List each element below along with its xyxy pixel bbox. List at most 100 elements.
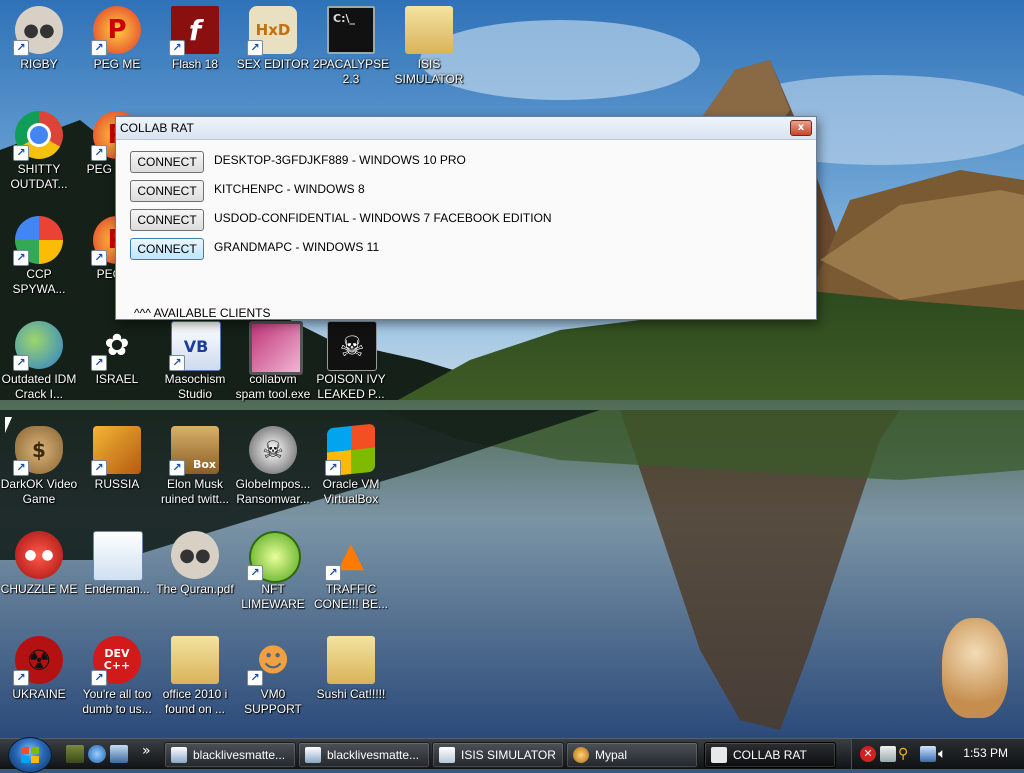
desktop-icon-2pacalypse[interactable]: C:\_ 2PACALYPSE 2.3 [312, 2, 390, 102]
client-name: USDOD-CONFIDENTIAL - WINDOWS 7 FACEBOOK … [214, 211, 552, 225]
shortcut-arrow-icon: ↗ [325, 565, 341, 581]
desktop-icon-enderman[interactable]: Enderman... [78, 527, 156, 627]
mouse-cursor-icon [5, 417, 12, 433]
desktop-icon-label: SEX EDITOR [236, 57, 310, 71]
window-titlebar[interactable]: COLLAB RAT x [116, 117, 816, 140]
shortcut-arrow-icon: ↗ [325, 460, 341, 476]
desktop-icon-virtualbox[interactable]: ↗ Oracle VM VirtualBox [312, 422, 390, 522]
desktop-icon-label: ISIS SIMULATOR [394, 57, 464, 86]
globe-skull-icon: ☠ [249, 426, 297, 474]
desktop-icon-label: TRAFFIC CONE!!! BE... [313, 582, 388, 611]
terminal-icon: C:\_ [327, 6, 375, 54]
connect-button[interactable]: CONNECT [130, 180, 204, 202]
desktop-icon-traffic-cone[interactable]: ▲ ↗ TRAFFIC CONE!!! BE... [312, 527, 390, 627]
desktop-icon-ccp-spyware[interactable]: ↗ CCP SPYWA... [0, 212, 78, 312]
desktop-icon-label: You're all too dumb to us... [82, 687, 152, 716]
window-title: COLLAB RAT [120, 121, 194, 135]
chuzzle-icon: ● ● [15, 531, 63, 579]
available-clients-label: ^^^ AVAILABLE CLIENTS [134, 306, 271, 320]
clock[interactable]: 1:53 PM [963, 746, 1008, 760]
folder-icon [405, 6, 453, 54]
desktop-icon-label: RUSSIA [94, 477, 140, 491]
connect-button[interactable]: CONNECT [130, 238, 204, 260]
browser-window-icon [305, 747, 321, 763]
desktop-icon-label: Elon Musk ruined twitt... [160, 477, 230, 506]
desktop-icon-israel[interactable]: ✿ ↗ ISRAEL [78, 317, 156, 417]
desktop-icon-label: SHITTY OUTDAT... [10, 162, 68, 191]
desktop-icon-collabvm-spam-tool[interactable]: collabvm spam tool.exe [234, 317, 312, 417]
desktop-icon-label: VM0 SUPPORT [244, 687, 302, 716]
search-icon[interactable]: ⚲ [898, 746, 914, 762]
taskbar-item-active[interactable]: COLLAB RAT [704, 742, 836, 768]
desktop-icon-chuzzle[interactable]: ● ● CHUZZLE ME [0, 527, 78, 627]
connect-button[interactable]: CONNECT [130, 151, 204, 173]
desktop-icon-peg-me[interactable]: P ↗ PEG ME [78, 2, 156, 102]
display-icon[interactable] [920, 746, 936, 762]
windows-logo-icon [21, 747, 39, 763]
desktop-icon-label: ISRAEL [95, 372, 139, 386]
desktop-icon-label: Flash 18 [171, 57, 219, 71]
desktop-icon-sex-editor[interactable]: HxD ↗ SEX EDITOR [234, 2, 312, 102]
folder-icon [171, 636, 219, 684]
close-icon: x [797, 122, 805, 133]
volume-icon[interactable]: 🔈︎ [938, 746, 954, 762]
security-alert-icon[interactable]: ✕ [860, 746, 876, 762]
desktop-icon-globeimposter[interactable]: ☠ GlobeImpos... Ransomwar... [234, 422, 312, 522]
desktop-icon-darkok[interactable]: $ ↗ DarkOK Video Game [0, 422, 78, 522]
shortcut-arrow-icon: ↗ [13, 355, 29, 371]
desktop-icon-flash-18[interactable]: f ↗ Flash 18 [156, 2, 234, 102]
close-button[interactable]: x [790, 120, 812, 136]
taskbar-item[interactable]: blacklivesmatte... [164, 742, 296, 768]
desktop-icon-poison-ivy[interactable]: ☠ POISON IVY LEAKED P... [312, 317, 390, 417]
browser-window-icon [171, 747, 187, 763]
desktop-icon-label: NFT LIMEWARE [241, 582, 305, 611]
desktop-icon-sushi-cat[interactable]: Sushi Cat!!!!! [312, 632, 390, 732]
taskbar-item[interactable]: ISIS SIMULATOR [432, 742, 564, 768]
desktop: ●● ↗ RIGBY P ↗ PEG ME f ↗ Flash 18 HxD ↗ SEX… [0, 0, 1024, 738]
client-name: KITCHENPC - WINDOWS 8 [214, 182, 365, 196]
shortcut-arrow-icon: ↗ [91, 145, 107, 161]
taskbar-item[interactable]: blacklivesmatte... [298, 742, 430, 768]
client-name: GRANDMAPC - WINDOWS 11 [214, 240, 380, 254]
desktop-icon-quran-pdf[interactable]: ●● The Quran.pdf [156, 527, 234, 627]
window-app-icon [439, 747, 455, 763]
shortcut-arrow-icon: ↗ [91, 355, 107, 371]
desktop-icon-isis-simulator[interactable]: ISIS SIMULATOR [390, 2, 468, 102]
window-app-icon [93, 531, 143, 581]
desktop-icon-label: Outdated IDM Crack I... [1, 372, 77, 401]
quicklaunch-ie-icon[interactable] [88, 745, 106, 763]
desktop-icon-ukraine[interactable]: ☢ ↗ UKRAINE [0, 632, 78, 732]
desktop-icon-nft-limeware[interactable]: ↗ NFT LIMEWARE [234, 527, 312, 627]
desktop-icon-elon-musk[interactable]: Box ↗ Elon Musk ruined twitt... [156, 422, 234, 522]
desktop-icon-masochism-studio[interactable]: VB ↗ Masochism Studio [156, 317, 234, 417]
shortcut-arrow-icon: ↗ [13, 145, 29, 161]
desktop-icon-label: Oracle VM VirtualBox [322, 477, 380, 506]
folder-icon [327, 636, 375, 684]
connect-button[interactable]: CONNECT [130, 209, 204, 231]
shortcut-arrow-icon: ↗ [13, 670, 29, 686]
shortcut-arrow-icon: ↗ [247, 670, 263, 686]
shortcut-arrow-icon: ↗ [91, 460, 107, 476]
desktop-icon-idm[interactable]: ↗ Outdated IDM Crack I... [0, 317, 78, 417]
desktop-icon-label: POISON IVY LEAKED P... [316, 372, 386, 401]
shortcut-arrow-icon: ↗ [91, 40, 107, 56]
taskbar-item-label: Mypal [595, 748, 628, 762]
desktop-icon-chrome[interactable]: ↗ SHITTY OUTDAT... [0, 107, 78, 207]
quicklaunch-show-desktop-icon[interactable] [66, 745, 84, 763]
shortcut-arrow-icon: ↗ [13, 460, 29, 476]
quicklaunch-switch-windows-icon[interactable] [110, 745, 128, 763]
desktop-icon-rigby[interactable]: ●● ↗ RIGBY [0, 2, 78, 102]
taskbar-item-label: blacklivesmatte... [193, 748, 286, 762]
shortcut-arrow-icon: ↗ [169, 355, 185, 371]
network-icon[interactable] [880, 746, 896, 762]
desktop-icon-russia[interactable]: ↗ RUSSIA [78, 422, 156, 522]
desktop-icon-office-2010[interactable]: office 2010 i found on ... [156, 632, 234, 732]
desktop-icon-devcpp[interactable]: DEV C++ ↗ You're all too dumb to us... [78, 632, 156, 732]
hamster-desktop-pet-icon[interactable] [942, 618, 1008, 718]
quicklaunch-overflow-icon[interactable]: » [142, 743, 160, 761]
desktop-icon-vm0-support[interactable]: ☻ ↗ VM0 SUPPORT [234, 632, 312, 732]
desktop-icon-label: CCP SPYWA... [12, 267, 66, 296]
taskbar-item[interactable]: Mypal [566, 742, 698, 768]
desktop-icon-label: RIGBY [20, 57, 58, 71]
collab-rat-window[interactable]: COLLAB RAT x CONNECT DESKTOP-3GFDJKF889 … [115, 116, 817, 320]
